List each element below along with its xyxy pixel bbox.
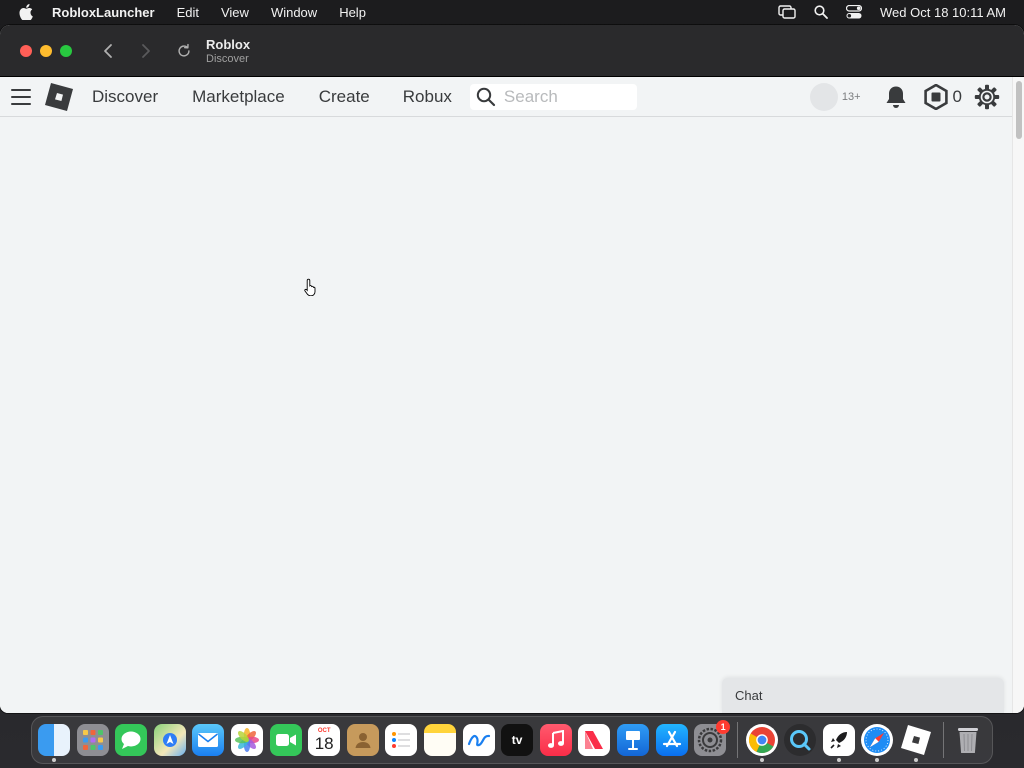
chat-panel-button[interactable]: Chat — [722, 678, 1004, 713]
search-input[interactable] — [503, 86, 624, 107]
menu-help[interactable]: Help — [339, 5, 366, 20]
system-settings-icon[interactable]: 1 — [694, 720, 731, 756]
minimize-window-button[interactable] — [40, 44, 52, 57]
facetime-icon[interactable] — [269, 724, 302, 756]
age-label: 13+ — [841, 91, 861, 103]
roblox-icon[interactable] — [900, 724, 932, 762]
back-button[interactable] — [100, 43, 116, 59]
nav-discover-link[interactable]: Discover — [92, 87, 158, 107]
scrollbar-thumb[interactable] — [1016, 81, 1022, 139]
spotlight-search-icon[interactable] — [814, 5, 828, 19]
menu-app-name[interactable]: RobloxLauncher — [52, 5, 155, 20]
nav-right-group: 13+ 0 — [809, 77, 1000, 117]
apple-menu-icon[interactable] — [18, 4, 34, 20]
hand-pointer-cursor-icon — [304, 278, 318, 297]
dock-separator-2 — [942, 722, 944, 758]
chevron-right-icon — [142, 43, 150, 58]
screen-mirroring-icon[interactable] — [778, 5, 796, 19]
window-controls — [20, 44, 72, 57]
chat-label: Chat — [735, 688, 763, 703]
avatar[interactable] — [809, 83, 838, 111]
window-title: Roblox — [206, 36, 251, 52]
appletv-label: tv — [511, 733, 523, 747]
settings-gear-icon[interactable] — [974, 84, 1000, 110]
menu-edit[interactable]: Edit — [177, 5, 199, 20]
window-title-group: Roblox Discover — [206, 37, 250, 65]
chrome-icon[interactable] — [745, 724, 778, 762]
trash-icon[interactable] — [952, 724, 984, 756]
reminders-icon[interactable] — [385, 724, 418, 756]
reload-icon — [178, 43, 190, 57]
window-subtitle: Discover — [206, 52, 249, 65]
close-window-button[interactable] — [20, 44, 32, 57]
menubar-clock[interactable]: Wed Oct 18 10:11 AM — [880, 5, 1006, 20]
mail-icon[interactable] — [192, 724, 225, 756]
launchpad-icon[interactable] — [76, 724, 109, 756]
app-window: Roblox Discover Discover Marketplace Cre… — [0, 25, 1024, 713]
vertical-scrollbar[interactable] — [1012, 77, 1024, 713]
appstore-icon[interactable] — [655, 724, 688, 756]
title-bar: Roblox Discover — [0, 25, 1024, 77]
menu-view[interactable]: View — [221, 5, 249, 20]
robux-icon[interactable] — [923, 84, 949, 110]
notifications-bell-icon[interactable] — [885, 85, 907, 109]
control-center-icon[interactable] — [846, 5, 863, 19]
menu-window[interactable]: Window — [271, 5, 317, 20]
finder-icon[interactable] — [38, 724, 70, 762]
freeform-icon[interactable] — [462, 724, 495, 756]
roblox-top-nav: Discover Marketplace Create Robux 13+ 0 — [0, 77, 1012, 117]
messages-icon[interactable] — [115, 724, 148, 756]
dock: OCT 18 tv 1 — [31, 716, 993, 764]
proxyman-icon[interactable] — [784, 724, 817, 756]
chevron-left-icon — [104, 43, 112, 58]
forward-button[interactable] — [138, 43, 154, 59]
zoom-window-button[interactable] — [60, 44, 72, 57]
search-box[interactable] — [469, 83, 637, 110]
notes-icon[interactable] — [423, 724, 456, 756]
menu-bar: RobloxLauncher Edit View Window Help Wed… — [0, 0, 1024, 24]
music-icon[interactable] — [539, 724, 572, 756]
nav-robux-link[interactable]: Robux — [403, 87, 452, 107]
nav-create-link[interactable]: Create — [319, 87, 370, 107]
maps-icon[interactable] — [153, 724, 186, 756]
page-content-area — [0, 118, 1012, 713]
keynote-icon[interactable] — [616, 724, 649, 756]
search-icon — [476, 87, 496, 106]
settings-badge: 1 — [716, 720, 731, 734]
safari-icon[interactable] — [861, 724, 894, 762]
rocket-app-icon[interactable] — [822, 724, 855, 762]
robux-balance: 0 — [952, 87, 962, 106]
contacts-icon[interactable] — [346, 724, 379, 756]
roblox-logo-icon[interactable] — [45, 82, 73, 111]
photos-icon[interactable] — [230, 724, 263, 756]
hamburger-menu-icon[interactable] — [11, 88, 31, 105]
calendar-icon[interactable]: OCT 18 — [308, 724, 341, 756]
calendar-day: 18 — [314, 733, 334, 753]
news-icon[interactable] — [578, 724, 611, 756]
appletv-icon[interactable]: tv — [501, 724, 534, 756]
dock-separator — [736, 722, 738, 758]
reload-button[interactable] — [176, 43, 192, 59]
nav-marketplace-link[interactable]: Marketplace — [192, 87, 285, 107]
